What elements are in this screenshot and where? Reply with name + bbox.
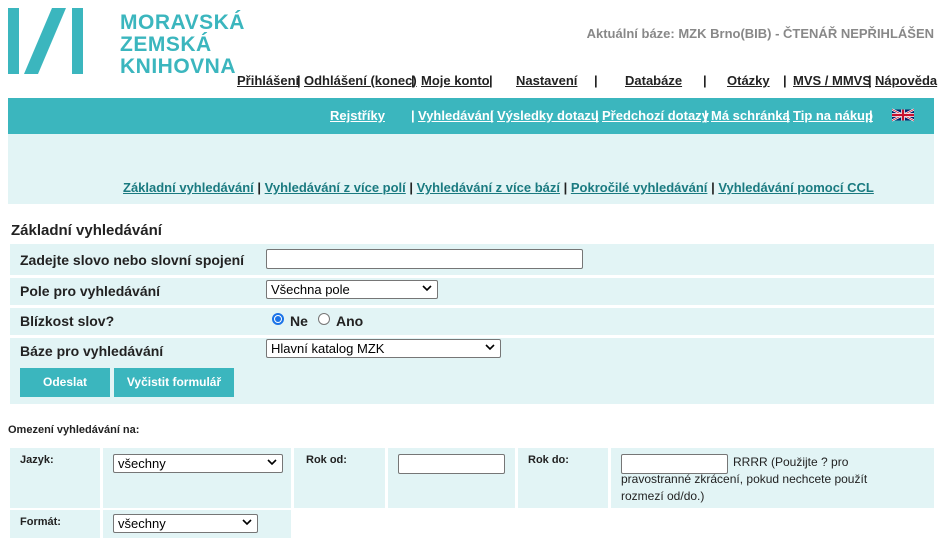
nav-help[interactable]: Nápověda [875, 73, 937, 88]
link-basic-search[interactable]: Základní vyhledávání [123, 180, 254, 195]
link-multi-base-search[interactable]: Vyhledávání z více bází [417, 180, 560, 195]
field-select-value: Všechna pole [271, 282, 350, 297]
format-select-value: všechny [118, 516, 166, 531]
query-input[interactable] [266, 249, 583, 269]
nav-settings[interactable]: Nastavení [516, 73, 577, 88]
menu-search[interactable]: Vyhledávání [418, 108, 493, 123]
logo-line-3: KNIHOVNA [120, 55, 237, 78]
chevron-down-icon [422, 285, 432, 292]
proximity-no-radio[interactable] [272, 313, 284, 325]
nav-mvs[interactable]: MVS / MMVS [793, 73, 871, 88]
library-logo[interactable]: MORAVSKÁ ZEMSKÁ KNIHOVNA [8, 8, 244, 78]
chevron-down-icon [485, 344, 495, 351]
nav-my-account[interactable]: Moje konto [421, 73, 490, 88]
submit-button[interactable]: Odeslat [20, 368, 110, 397]
nav-databases[interactable]: Databáze [625, 73, 682, 88]
nav-questions[interactable]: Otázky [727, 73, 770, 88]
year-to-label-cell: Rok do: [518, 448, 608, 508]
language-select-cell: všechny [103, 448, 291, 508]
year-from-label: Rok od: [306, 454, 347, 466]
year-from-input-cell [388, 448, 515, 508]
proximity-label: Blízkost slov? [20, 313, 115, 329]
clear-form-button[interactable]: Vyčistit formulář [114, 368, 234, 397]
year-from-input[interactable] [398, 454, 505, 474]
logo-mark-icon [8, 8, 83, 74]
proximity-yes-label: Ano [336, 313, 364, 329]
chevron-down-icon [242, 519, 252, 526]
format-label-cell: Formát: [10, 510, 100, 538]
logo-line-1: MORAVSKÁ [120, 11, 245, 34]
year-to-label: Rok do: [528, 454, 569, 466]
base-select[interactable]: Hlavní katalog MZK [266, 339, 501, 358]
logo-text: MORAVSKÁ ZEMSKÁ KNIHOVNA [120, 12, 245, 78]
format-select-cell: všechny [103, 510, 291, 538]
format-label: Formát: [20, 516, 61, 528]
row-base: Báze pro vyhledávání Hlavní katalog MZK [10, 338, 934, 364]
year-to-input-cell: RRRR (Použijte ? pro pravostranné zkráce… [611, 448, 934, 508]
nav-logout[interactable]: Odhlášení (konec) [304, 73, 417, 88]
menu-basket[interactable]: Má schránka [711, 108, 790, 123]
limits-title: Omezení vyhledávání na: [8, 424, 140, 436]
menu-previous-queries[interactable]: Předchozí dotazy [602, 108, 709, 123]
nav-login[interactable]: Přihlášení [237, 73, 299, 88]
menu-purchase-tip[interactable]: Tip na nákup [793, 108, 873, 123]
link-multi-field-search[interactable]: Vyhledávání z více polí [265, 180, 406, 195]
search-type-bar: Základní vyhledávání | Vyhledávání z víc… [8, 134, 934, 204]
english-flag-icon[interactable] [892, 108, 914, 122]
link-ccl-search[interactable]: Vyhledávání pomocí CCL [718, 180, 874, 195]
year-hint: RRRR (Použijte ? pro pravostranné zkráce… [621, 455, 868, 503]
menu-registers[interactable]: Rejstříky [330, 108, 385, 123]
language-select[interactable]: všechny [113, 454, 283, 473]
page-title: Základní vyhledávání [11, 222, 162, 239]
query-label: Zadejte slovo nebo slovní spojení [20, 252, 245, 268]
link-advanced-search[interactable]: Pokročilé vyhledávání [571, 180, 708, 195]
main-menu-bar: Rejstříky | Vyhledávání | Výsledky dotaz… [8, 98, 934, 134]
current-base-status: Aktuální báze: MZK Brno(BIB) - ČTENÁŘ NE… [586, 26, 934, 41]
language-select-value: všechny [118, 456, 166, 471]
logo-line-2: ZEMSKÁ [120, 33, 212, 56]
row-proximity: Blízkost slov? Ne Ano [10, 308, 934, 335]
format-select[interactable]: všechny [113, 514, 258, 533]
year-from-label-cell: Rok od: [294, 448, 385, 508]
field-label: Pole pro vyhledávání [20, 283, 161, 299]
proximity-no-label: Ne [290, 313, 308, 329]
chevron-down-icon [267, 459, 277, 466]
proximity-yes-radio[interactable] [318, 313, 330, 325]
language-label-cell: Jazyk: [10, 448, 100, 508]
base-label: Báze pro vyhledávání [20, 343, 164, 359]
menu-results[interactable]: Výsledky dotazu [497, 108, 599, 123]
base-select-value: Hlavní katalog MZK [271, 341, 385, 356]
basic-search-form: Zadejte slovo nebo slovní spojení Pole p… [10, 244, 934, 404]
field-select[interactable]: Všechna pole [266, 280, 438, 299]
language-label: Jazyk: [20, 454, 54, 466]
row-field: Pole pro vyhledávání Všechna pole [10, 278, 934, 305]
row-query: Zadejte slovo nebo slovní spojení [10, 244, 934, 275]
row-buttons: Odeslat Vyčistit formulář [10, 364, 934, 404]
